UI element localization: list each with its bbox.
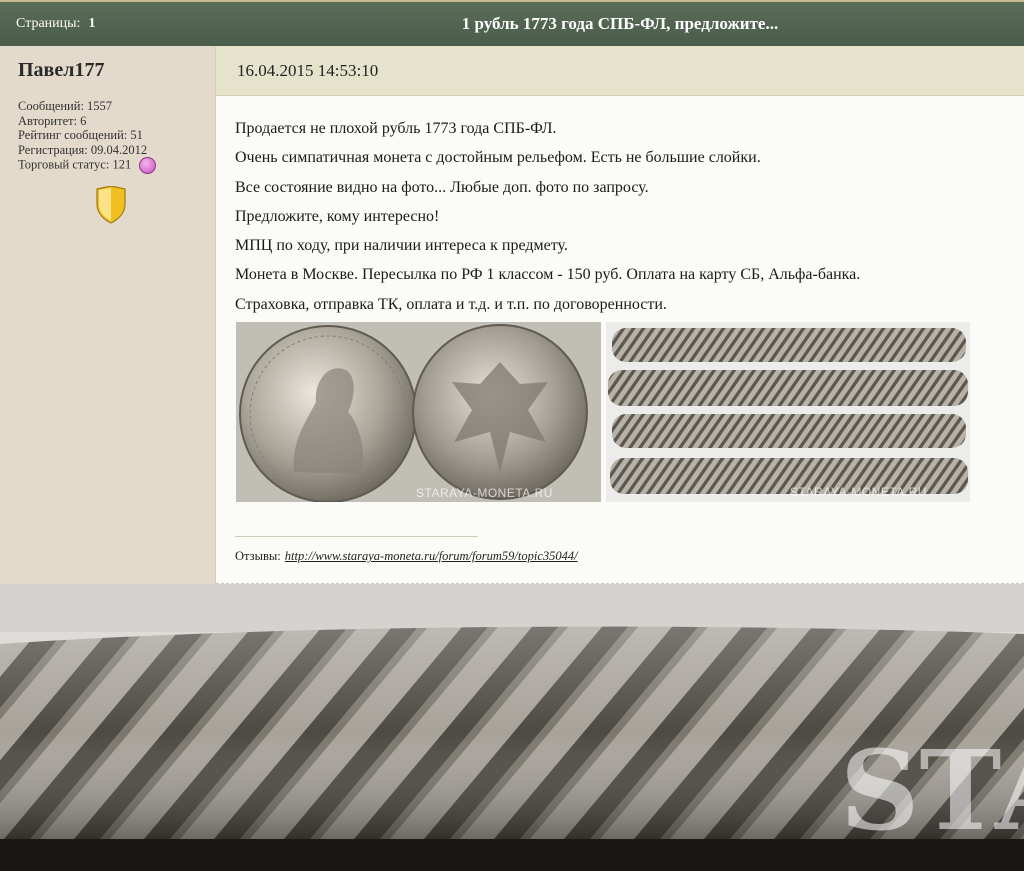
reviews-signature: Отзывы: http://www.staraya-moneta.ru/foru…: [235, 549, 578, 564]
post-line: Монета в Москве. Пересылка по РФ 1 класс…: [235, 266, 861, 284]
post-line: Все состояние видно на фото... Любые доп…: [235, 178, 649, 196]
coin-obverse-reverse-photo[interactable]: STARAYA-MONETA.RU: [236, 322, 601, 502]
reviews-link[interactable]: http://www.staraya-moneta.ru/forum/forum…: [285, 549, 578, 563]
closeup-watermark: STA: [840, 726, 1024, 855]
trade-status-dot-icon: [139, 157, 157, 175]
post-header: 16.04.2015 14:53:10: [216, 46, 1024, 96]
author-name[interactable]: Павел177: [18, 59, 104, 82]
post-line: МПЦ по ходу, при наличии интереса к пред…: [235, 237, 568, 255]
post-line: Страховка, отправка ТК, оплата и т.д. и …: [235, 295, 667, 313]
pagination: Страницы: 1: [16, 16, 95, 32]
post-line: Предложите, кому интересно!: [235, 207, 440, 225]
edge-photo-watermark: STARAYA-MONETA.RU: [790, 485, 927, 499]
topic-title: 1 рубль 1773 года СПБ-ФЛ, предложите...: [461, 14, 779, 33]
shield-icon: [96, 186, 126, 224]
author-panel: Павел177 Сообщений: 1557 Авторитет: 6 Ре…: [0, 46, 216, 584]
signature-divider: [235, 536, 478, 537]
coin-edge-closeup-photo[interactable]: STA: [0, 584, 1024, 871]
trade-status-label: Торговый статус: 121: [18, 157, 132, 172]
author-stat-authority: Авторитет: 6: [18, 113, 87, 128]
author-stat-registration: Регистрация: 09.04.2012: [18, 142, 148, 157]
post-text: Продается не плохой рубль 1773 года СПБ-…: [235, 118, 860, 323]
post-body: Продается не плохой рубль 1773 года СПБ-…: [216, 96, 1024, 584]
coin-edge-closeup-image: STA: [0, 584, 1024, 871]
coin-edge-image: STARAYA-MONETA.RU: [606, 322, 970, 502]
coin-edge-photo[interactable]: STARAYA-MONETA.RU: [606, 322, 970, 502]
author-stat-rating: Рейтинг сообщений: 51: [18, 128, 143, 143]
post-line: Очень симпатичная монета с достойным рел…: [235, 149, 761, 167]
author-trade-status[interactable]: Торговый статус: 121: [18, 157, 157, 175]
post-date: 16.04.2015 14:53:10: [237, 61, 379, 80]
topic-header-bar: Страницы: 1 1 рубль 1773 года СПБ-ФЛ, пре…: [0, 0, 1024, 46]
author-stat-posts: Сообщений: 1557: [18, 99, 113, 113]
photo-watermark: STARAYA-MONETA.RU: [416, 486, 553, 500]
author-stats: Сообщений: 1557 Авторитет: 6 Рейтинг соо…: [18, 99, 157, 175]
pages-label: Страницы:: [16, 16, 81, 31]
reviews-label: Отзывы:: [235, 549, 281, 563]
coin-photo-image: STARAYA-MONETA.RU: [236, 322, 601, 502]
page-link-1[interactable]: 1: [88, 16, 95, 31]
post-line: Продается не плохой рубль 1773 года СПБ-…: [235, 120, 557, 137]
